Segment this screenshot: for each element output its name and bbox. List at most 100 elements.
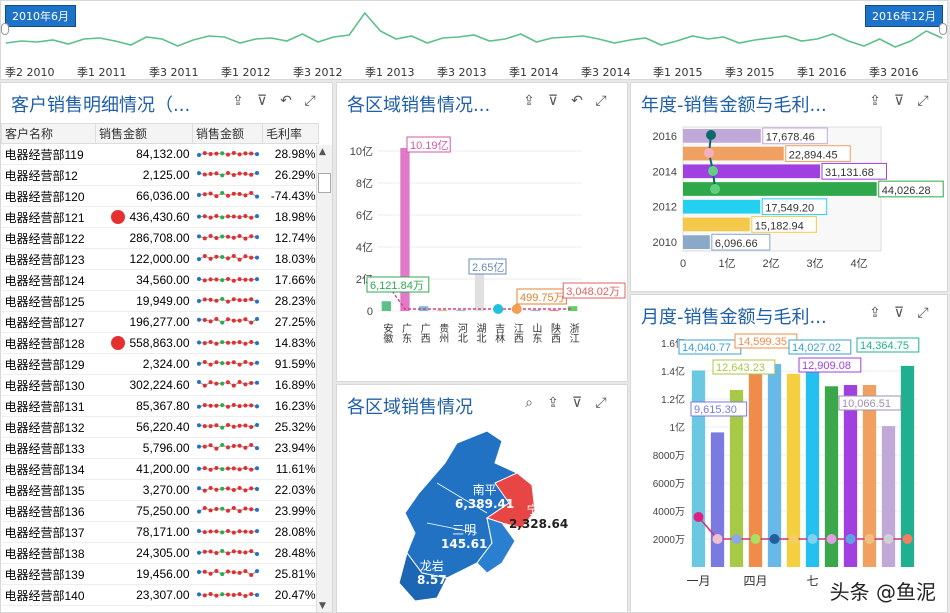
data-label: 10,066.51 — [842, 398, 891, 410]
table-row[interactable]: 电器经营部122 286,708.00 12.74% — [1, 227, 319, 249]
margin-point — [883, 534, 894, 544]
table-row[interactable]: 电器经营部140 23,307.00 20.47% — [1, 584, 319, 606]
month-bar-一月 — [691, 370, 706, 567]
clear-filter-icon[interactable]: ⊽ — [253, 92, 271, 110]
table-row[interactable]: 电器经营部132 56,220.40 25.32% — [1, 416, 319, 438]
left-range-handle[interactable] — [1, 23, 9, 35]
export-icon[interactable]: ⇪ — [866, 92, 884, 110]
bar-安徽 — [381, 301, 391, 311]
y-tick-label: 10亿 — [350, 145, 373, 158]
table-row[interactable]: 电器经营部130 302,224.60 16.89% — [1, 374, 319, 396]
customer-name-cell: 电器经营部123 — [1, 248, 96, 270]
fullscreen-icon[interactable]: ⤢ — [592, 92, 610, 110]
timeline-tick-label: 季1 2013 — [365, 66, 415, 79]
amount-cell: 286,708.00 — [95, 227, 193, 249]
table-row[interactable]: 电器经营部123 122,000.00 18.03% — [1, 248, 319, 270]
amount-cell: 558,863.00 — [95, 332, 193, 354]
fullscreen-icon[interactable]: ⤢ — [914, 304, 932, 322]
margin-point — [864, 534, 875, 544]
right-range-handle[interactable] — [939, 23, 947, 35]
table-scrollbar[interactable]: ▲ ▼ — [316, 145, 332, 612]
export-icon[interactable]: ⇪ — [229, 92, 247, 110]
sales-table: 客户名称 销售金额 销售金额 毛利率 电器经营部119 84,132.00 28.9… — [1, 123, 319, 606]
margin-cell: 28.08% — [262, 521, 319, 543]
panel-title: 年度-销售金额与毛利... — [641, 95, 827, 116]
table-row[interactable]: 电器经营部128 558,863.00 14.83% — [1, 332, 319, 354]
sparkline-cell — [192, 500, 263, 522]
amount-cell: 75,250.00 — [95, 500, 193, 522]
fullscreen-icon[interactable]: ⤢ — [914, 92, 932, 110]
row-sparkline — [196, 548, 259, 556]
col-header-customer[interactable]: 客户名称 — [1, 123, 96, 144]
undo-icon[interactable]: ↶ — [277, 92, 295, 110]
margin-point — [712, 534, 723, 544]
scroll-up-icon[interactable]: ▲ — [319, 147, 326, 157]
time-range-slider[interactable]: 2010年6月 2016年12月 季2 2010 季1 2011 季3 2011 季1… — [0, 0, 948, 80]
margin-point — [708, 166, 718, 176]
start-date-badge[interactable]: 2010年6月 — [5, 5, 76, 27]
clear-filter-icon[interactable]: ⊽ — [568, 394, 586, 412]
table-row[interactable]: 电器经营部124 34,560.00 17.66% — [1, 269, 319, 291]
table-row[interactable]: 电器经营部138 24,305.00 28.48% — [1, 542, 319, 564]
scroll-thumb[interactable] — [318, 173, 331, 193]
export-icon[interactable]: ⇪ — [866, 304, 884, 322]
table-row[interactable]: 电器经营部127 196,277.00 27.25% — [1, 311, 319, 333]
clear-filter-icon[interactable]: ⊽ — [890, 92, 908, 110]
table-row[interactable]: 电器经营部129 2,324.00 91.59% — [1, 353, 319, 375]
clear-filter-icon[interactable]: ⊽ — [544, 92, 562, 110]
fullscreen-icon[interactable]: ⤢ — [592, 394, 610, 412]
scroll-down-icon[interactable]: ▼ — [319, 601, 326, 611]
table-row[interactable]: 电器经营部134 41,200.00 11.61% — [1, 458, 319, 480]
clear-filter-icon[interactable]: ⊽ — [890, 304, 908, 322]
col-header-margin[interactable]: 毛利率 — [262, 123, 319, 144]
monthly-bar-chart[interactable]: 2000万4000万6000万8000万1亿1.2亿1.4亿1.6亿14,040… — [631, 333, 947, 613]
timeline-tick-label: 季3 2013 — [437, 66, 487, 79]
export-icon[interactable]: ⇪ — [520, 92, 538, 110]
table-row[interactable]: 电器经营部137 78,171.00 28.08% — [1, 521, 319, 543]
export-icon[interactable]: ⇪ — [544, 394, 562, 412]
table-row[interactable]: 电器经营部131 85,367.80 16.23% — [1, 395, 319, 417]
data-label: 17,678.46 — [766, 132, 815, 144]
margin-cell: 11.61% — [262, 458, 319, 480]
table-row[interactable]: 电器经营部121 436,430.60 18.98% — [1, 206, 319, 228]
col-header-amount[interactable]: 销售金额 — [95, 123, 193, 144]
customer-name-cell: 电器经营部137 — [1, 521, 96, 543]
sparkline-cell — [192, 332, 263, 354]
zoom-icon[interactable]: ⌕ — [520, 394, 538, 412]
margin-point — [704, 148, 714, 158]
table-row[interactable]: 电器经营部136 75,250.00 23.99% — [1, 500, 319, 522]
y-tick-label: 0 — [367, 306, 373, 318]
region-bar-chart[interactable]: 02亿4亿6亿8亿10亿安徽 广东 广西 贵州 河北 湖北 吉林 江西 山东 陕西 浙江6,121.… — [337, 121, 627, 382]
province-map[interactable] — [337, 423, 627, 613]
yearly-bar-chart[interactable]: 6,096.66 15,182.94 17,549.20 44,026.28 31,13… — [631, 121, 947, 292]
row-sparkline — [196, 465, 259, 472]
table-row[interactable]: 电器经营部119 84,132.00 28.98% — [1, 143, 319, 165]
undo-icon[interactable]: ↶ — [568, 92, 586, 110]
table-row[interactable]: 电器经营部120 66,036.00 -74.43% — [1, 185, 319, 207]
table-row[interactable]: 电器经营部135 3,270.00 22.03% — [1, 479, 319, 501]
y-tick-label: 8000万 — [653, 451, 685, 462]
margin-point — [788, 534, 799, 544]
table-row[interactable]: 电器经营部133 5,796.00 23.94% — [1, 437, 319, 459]
table-row[interactable]: 电器经营部139 19,456.00 25.81% — [1, 563, 319, 585]
timeline-tick-label: 季3 2011 — [149, 66, 199, 79]
customer-name-cell: 电器经营部121 — [1, 206, 96, 228]
customer-name-cell: 电器经营部122 — [1, 227, 96, 249]
timeline-tick-label: 季1 2011 — [77, 66, 127, 79]
end-date-badge[interactable]: 2016年12月 — [865, 5, 943, 27]
amount-cell: 41,200.00 — [95, 458, 193, 480]
fullscreen-icon[interactable]: ⤢ — [301, 92, 319, 110]
margin-point — [511, 304, 522, 314]
margin-cell: 14.83% — [262, 332, 319, 354]
x-tick-label: 1亿 — [718, 257, 735, 270]
sparkline-cell — [192, 395, 263, 417]
panel-title: 各区域销售情况... — [347, 95, 491, 116]
margin-point — [710, 184, 720, 194]
col-header-amount-spark[interactable]: 销售金额 — [192, 123, 263, 144]
table-row[interactable]: 电器经营部125 19,949.00 28.23% — [1, 290, 319, 312]
table-row[interactable]: 电器经营部12 2,125.00 26.29% — [1, 164, 319, 186]
row-sparkline — [196, 253, 259, 262]
margin-point — [807, 534, 818, 544]
sparkline-cell — [192, 269, 263, 291]
sparkline-cell — [192, 353, 263, 375]
